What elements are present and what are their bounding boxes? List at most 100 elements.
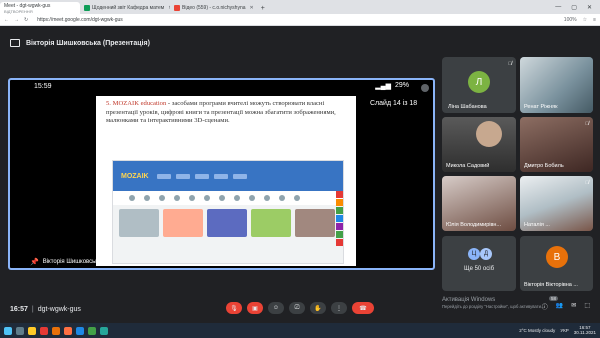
participant-tile[interactable]: 🎙̸ Наталія ... <box>520 176 593 231</box>
meet-header: Вікторія Шишковська (Презентація) <box>0 26 600 60</box>
mail-icon <box>174 5 180 11</box>
tab-daily-report[interactable]: Щоденний звіт Кафедра матем ✕ <box>80 2 170 14</box>
mozaik-cards <box>113 205 343 241</box>
phone-time: 15:59 <box>34 82 52 90</box>
mozaik-screenshot: MOZAIK <box>112 160 344 264</box>
avatar: Ц <box>468 248 480 260</box>
participant-name: Микола Садовий <box>446 163 490 169</box>
minimize-icon[interactable]: — <box>555 4 561 10</box>
people-icon[interactable]: 👥 <box>556 302 563 311</box>
participant-name: Ліна Шабанова <box>448 104 487 110</box>
powerpoint-icon[interactable] <box>64 326 72 335</box>
info-icon[interactable]: ⓘ <box>542 302 548 311</box>
pin-icon[interactable]: 📌 <box>30 258 39 266</box>
activation-title: Активація Windows <box>442 297 496 303</box>
participant-tile[interactable]: Ренат Ріжняк <box>520 57 593 113</box>
system-tray: 2°C Mostly cloudy УКР 16:57 30.11.2021 <box>519 325 596 336</box>
mozaik-card <box>119 209 159 237</box>
weather-status[interactable]: 2°C Mostly cloudy <box>519 328 555 333</box>
mozaik-card <box>295 209 335 237</box>
presenter-title: Вікторія Шишковська (Презентація) <box>26 39 150 47</box>
raise-hand-button[interactable]: ✋ <box>310 302 326 314</box>
stage-options-icon[interactable] <box>421 84 429 92</box>
tab-meet[interactable]: Meet - dgt-wgwk-gus ВІДТВОРЕННЯ <box>0 2 80 14</box>
menu-icon[interactable]: ≡ <box>593 17 596 23</box>
close-window-icon[interactable]: ✕ <box>587 4 592 11</box>
taskbar-clock[interactable]: 16:57 30.11.2021 <box>573 325 596 336</box>
avatar: Д <box>480 248 492 260</box>
language-indicator[interactable]: УКР <box>560 328 568 333</box>
more-participants-tile[interactable]: Ц Д Ще 50 осіб <box>442 236 516 291</box>
taskbar-date: 30.11.2021 <box>573 329 596 335</box>
app-icon[interactable] <box>100 326 108 335</box>
url-field[interactable]: https://meet.google.com/dgt-wgwk-gus <box>37 17 123 23</box>
mozaik-card <box>163 209 203 237</box>
participant-tile[interactable]: Л 🎙̸ Ліна Шабанова <box>442 57 516 113</box>
mic-off-icon: 🎙̸ <box>508 61 512 67</box>
reload-icon[interactable]: ↻ <box>24 17 28 23</box>
activation-hint: Перейдіть до розділу "Настройки", щоб ак… <box>442 304 545 310</box>
avatar: В <box>546 246 568 268</box>
opera-icon[interactable] <box>40 326 48 335</box>
mic-toggle-button[interactable]: 🎙 <box>226 302 242 314</box>
forward-icon[interactable]: → <box>14 17 19 23</box>
word-icon[interactable] <box>76 326 84 335</box>
participant-tile[interactable]: 🎙̸ Дмитро Бобиль <box>520 117 593 172</box>
phone-status-bar: 15:59 ▂▄▆ 29% <box>10 80 433 92</box>
stage-presenter-name: Вікторія Шишковська <box>42 259 102 265</box>
new-tab-icon[interactable]: + <box>261 5 265 12</box>
tab-meet-subtitle: ВІДТВОРЕННЯ <box>4 8 33 14</box>
mozaik-category-icons <box>113 191 343 205</box>
present-button[interactable]: ⎚ <box>289 302 305 314</box>
participant-name: Дмитро Бобиль <box>524 163 564 169</box>
participant-count-badge: 58 <box>549 296 559 301</box>
maximize-icon[interactable]: ▢ <box>571 4 577 11</box>
zoom-level[interactable]: 100% <box>564 17 577 23</box>
mozaik-card <box>251 209 291 237</box>
participant-name: Юлія Володимирівн... <box>446 222 502 228</box>
star-icon[interactable]: ☆ <box>583 17 587 23</box>
activities-icon[interactable]: ⬚ <box>584 302 590 311</box>
participant-name: Вікторія Вікторівна ... <box>524 282 578 288</box>
mozaik-share-sidebar <box>336 191 343 246</box>
participant-tile[interactable]: Микола Садовий <box>442 117 516 172</box>
firefox-icon[interactable] <box>52 326 60 335</box>
search-icon[interactable] <box>16 326 24 335</box>
participant-tile[interactable]: Юлія Володимирівн... <box>442 176 516 231</box>
windows-activation-watermark: Активація Windows Перейдіть до розділу "… <box>442 297 544 309</box>
camera-toggle-button[interactable]: ▣ <box>247 302 263 314</box>
participant-name: Наталія ... <box>524 222 550 228</box>
self-tile[interactable]: В Вікторія Вікторівна ... <box>520 236 593 291</box>
back-icon[interactable]: ← <box>4 17 9 23</box>
start-icon[interactable] <box>4 326 12 335</box>
slide-counter: Слайд 14 із 18 <box>370 100 418 107</box>
mozaik-logo: MOZAIK <box>121 172 149 180</box>
slide-text: 5. MOZAIK education - засобами програми … <box>96 96 356 126</box>
windows-taskbar: 2°C Mostly cloudy УКР 16:57 30.11.2021 <box>0 323 600 338</box>
presentation-stage[interactable]: 15:59 ▂▄▆ 29% 5. MOZAIK education - засо… <box>8 78 435 270</box>
more-participants-label: Ще 50 осіб <box>463 266 495 272</box>
sheets-icon <box>84 5 90 11</box>
tab-video[interactable]: Відео (559) - c.o.nichyshyna ✕ <box>170 2 258 14</box>
chat-icon[interactable]: ✉ <box>571 302 576 311</box>
avatar: Л <box>468 71 490 93</box>
meeting-code: dgt-wgwk-gus <box>37 305 81 313</box>
stage-presenter-label: 📌 Вікторія Шишковська <box>30 258 101 266</box>
close-icon[interactable]: ✕ <box>250 5 254 11</box>
explorer-icon[interactable] <box>28 326 36 335</box>
battery-level: 29% <box>394 82 409 89</box>
meeting-side-controls: ⓘ 👥 ✉ ⬚ <box>542 302 590 311</box>
chrome-icon[interactable] <box>88 326 96 335</box>
window-controls: — ▢ ✕ <box>555 0 600 14</box>
more-avatars: Ц Д <box>468 248 492 260</box>
leave-call-button[interactable]: ☎ <box>352 302 374 314</box>
signal-icon: ▂▄▆ <box>375 83 391 90</box>
mic-off-icon: 🎙̸ <box>585 180 589 186</box>
slide: 5. MOZAIK education - засобами програми … <box>96 96 356 266</box>
more-options-button[interactable]: ⋮ <box>331 302 347 314</box>
browser-tabbar: Meet - dgt-wgwk-gus ВІДТВОРЕННЯ Щоденний… <box>0 0 600 14</box>
mozaik-nav <box>156 173 247 179</box>
presentation-icon <box>10 39 20 47</box>
captions-button[interactable]: ☺ <box>268 302 284 314</box>
participant-face <box>476 121 502 147</box>
